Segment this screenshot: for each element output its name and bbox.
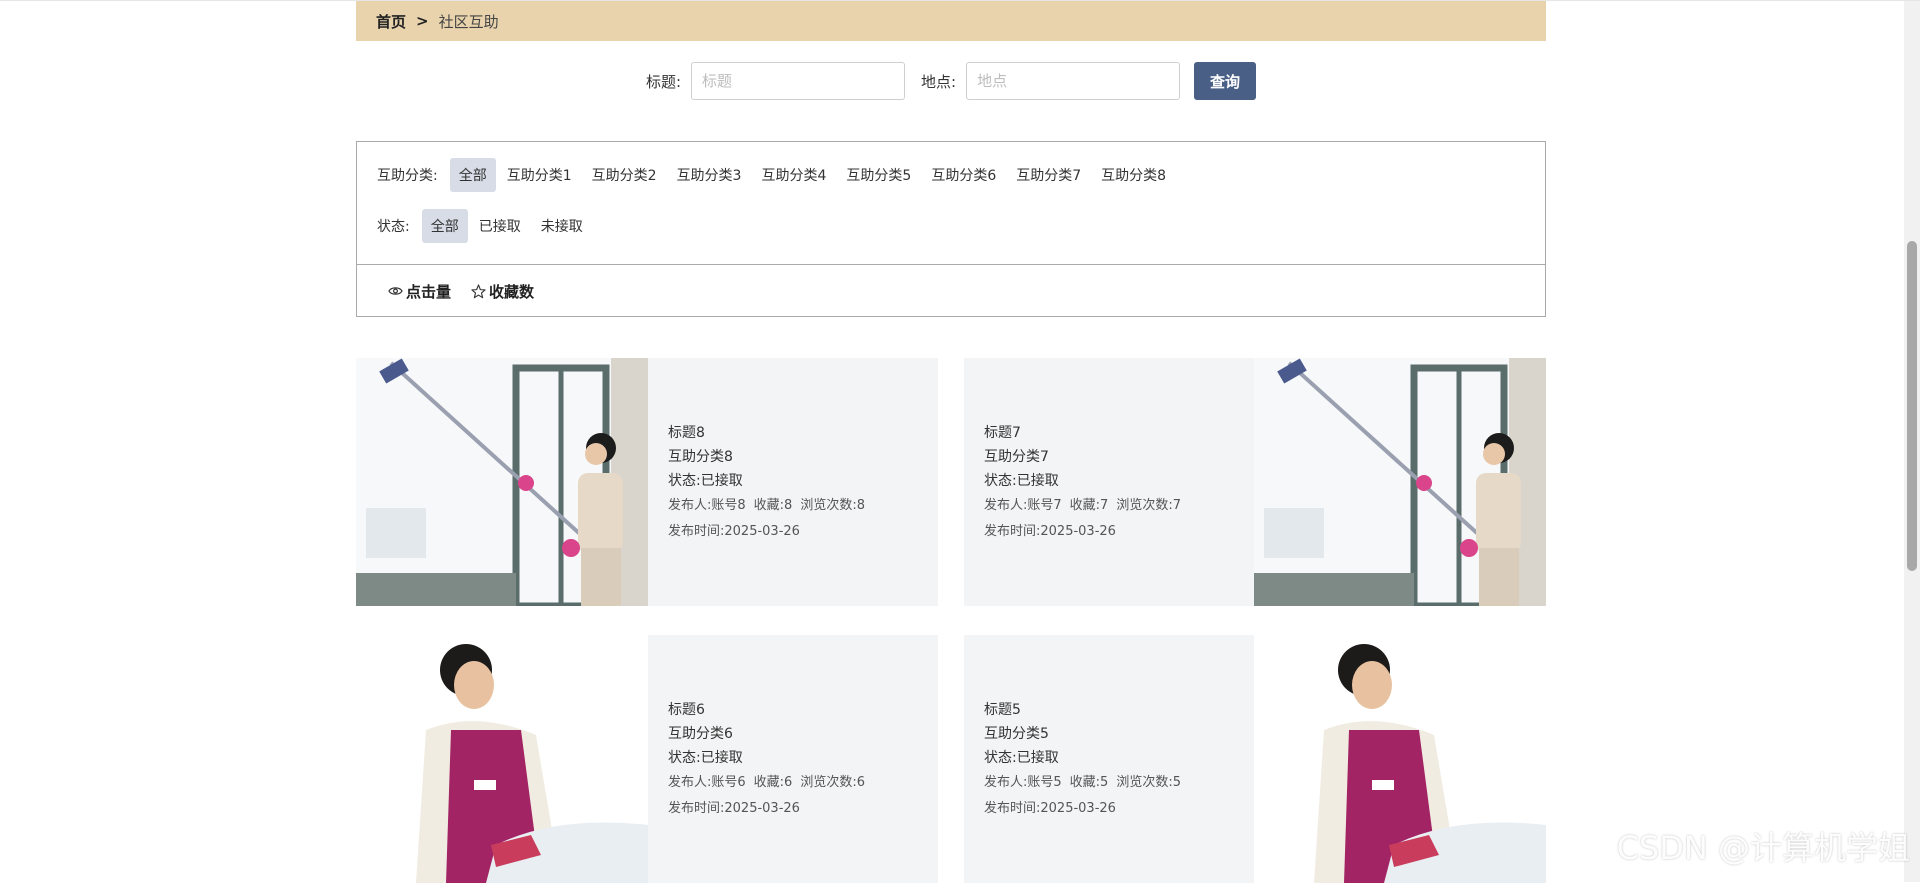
card-body: 标题8 互助分类8 状态:已接取 发布人:账号8 收藏:8 浏览次数:8 发布时间:… — [648, 358, 938, 606]
card-status: 状态:已接取 — [984, 750, 1059, 766]
card-status: 状态:已接取 — [984, 473, 1059, 489]
category-chip[interactable]: 互助分类4 — [752, 158, 835, 192]
location-search-label: 地点: — [921, 72, 957, 91]
category-filter-row: 互助分类: 全部 互助分类1 互助分类2 互助分类3 互助分类4 互助分类5 互… — [377, 158, 1177, 192]
category-chip[interactable]: 互助分类7 — [1007, 158, 1090, 192]
card-favorites: 收藏:7 — [1069, 498, 1109, 513]
category-chip[interactable]: 互助分类3 — [668, 158, 751, 192]
card-favorites: 收藏:5 — [1069, 775, 1109, 790]
card-favorites: 收藏:8 — [753, 498, 793, 513]
card-title: 标题5 — [984, 702, 1021, 718]
card-publisher: 发布人:账号8 — [668, 498, 746, 513]
window-cleaning-photo — [1254, 358, 1546, 606]
search-bar: 标题: 地点: 查询 — [356, 62, 1546, 100]
window-cleaning-photo — [356, 358, 648, 606]
card-publisher: 发布人:账号5 — [984, 775, 1062, 790]
card-time: 发布时间:2025-03-26 — [984, 801, 1116, 816]
card-meta: 发布人:账号7 收藏:7 浏览次数:7 — [984, 493, 1254, 519]
watermark: CSDN @计算机学姐 — [1616, 829, 1910, 867]
category-chip[interactable]: 互助分类6 — [922, 158, 1005, 192]
card-time: 发布时间:2025-03-26 — [668, 801, 800, 816]
category-filter-label: 互助分类: — [377, 168, 438, 184]
breadcrumb-home-link[interactable]: 首页 — [376, 11, 406, 32]
card-meta: 发布人:账号8 收藏:8 浏览次数:8 — [668, 493, 938, 519]
category-chip[interactable]: 互助分类5 — [837, 158, 920, 192]
card-meta: 发布人:账号6 收藏:6 浏览次数:6 — [668, 770, 938, 796]
breadcrumb-separator: > — [416, 12, 429, 30]
card-title: 标题6 — [668, 702, 705, 718]
sort-favorites-label: 收藏数 — [489, 282, 535, 301]
main-container: 首页 > 社区互助 标题: 地点: 查询 互助分类: 全部 互助分类1 互助分类… — [356, 1, 1546, 883]
star-icon — [471, 283, 486, 298]
scrollbar-thumb[interactable] — [1907, 241, 1917, 571]
card-body: 标题5 互助分类5 状态:已接取 发布人:账号5 收藏:5 浏览次数:5 发布时间:… — [964, 635, 1254, 883]
card-views: 浏览次数:5 — [1116, 775, 1181, 790]
status-filter-label: 状态: — [377, 219, 410, 235]
filter-panel: 互助分类: 全部 互助分类1 互助分类2 互助分类3 互助分类4 互助分类5 互… — [356, 141, 1546, 317]
card-body: 标题7 互助分类7 状态:已接取 发布人:账号7 收藏:7 浏览次数:7 发布时间:… — [964, 358, 1254, 606]
card-favorites: 收藏:6 — [753, 775, 793, 790]
location-search-input[interactable] — [966, 62, 1181, 100]
card-title: 标题7 — [984, 425, 1021, 441]
card-time: 发布时间:2025-03-26 — [668, 524, 800, 539]
breadcrumb-current: 社区互助 — [438, 12, 499, 31]
title-search-input[interactable] — [691, 62, 905, 100]
card-title: 标题8 — [668, 425, 705, 441]
card-category: 互助分类7 — [984, 449, 1049, 465]
help-card[interactable]: 标题7 互助分类7 状态:已接取 发布人:账号7 收藏:7 浏览次数:7 发布时间:… — [964, 358, 1546, 606]
card-meta: 发布人:账号5 收藏:5 浏览次数:5 — [984, 770, 1254, 796]
card-views: 浏览次数:8 — [800, 498, 865, 513]
card-publisher: 发布人:账号7 — [984, 498, 1062, 513]
card-time: 发布时间:2025-03-26 — [984, 524, 1116, 539]
card-category: 互助分类8 — [668, 449, 733, 465]
card-category: 互助分类5 — [984, 726, 1049, 742]
card-body: 标题6 互助分类6 状态:已接取 发布人:账号6 收藏:6 浏览次数:6 发布时间:… — [648, 635, 938, 883]
card-publisher: 发布人:账号6 — [668, 775, 746, 790]
category-chip[interactable]: 互助分类2 — [583, 158, 666, 192]
sort-by-clicks[interactable]: 点击量 — [388, 281, 451, 302]
help-card[interactable]: 标题8 互助分类8 状态:已接取 发布人:账号8 收藏:8 浏览次数:8 发布时间:… — [356, 358, 938, 606]
card-status: 状态:已接取 — [668, 750, 743, 766]
breadcrumb: 首页 > 社区互助 — [356, 1, 1546, 41]
status-chip-unaccepted[interactable]: 未接取 — [532, 209, 592, 243]
category-chip-all[interactable]: 全部 — [449, 158, 496, 192]
status-chip-all[interactable]: 全部 — [421, 209, 468, 243]
card-views: 浏览次数:6 — [800, 775, 865, 790]
category-chip[interactable]: 互助分类1 — [498, 158, 581, 192]
help-card[interactable]: 标题6 互助分类6 状态:已接取 发布人:账号6 收藏:6 浏览次数:6 发布时间:… — [356, 635, 938, 883]
help-card[interactable]: 标题5 互助分类5 状态:已接取 发布人:账号5 收藏:5 浏览次数:5 发布时间:… — [964, 635, 1546, 883]
eye-icon — [388, 287, 403, 295]
scrollbar-track[interactable] — [1904, 1, 1920, 882]
sort-by-favorites[interactable]: 收藏数 — [471, 281, 534, 302]
sort-clicks-label: 点击量 — [406, 282, 452, 301]
ironing-photo — [1254, 635, 1546, 883]
status-chip-accepted[interactable]: 已接取 — [470, 209, 530, 243]
title-search-label: 标题: — [645, 72, 681, 91]
card-views: 浏览次数:7 — [1116, 498, 1181, 513]
ironing-photo — [356, 635, 648, 883]
card-status: 状态:已接取 — [668, 473, 743, 489]
search-button[interactable]: 查询 — [1194, 62, 1257, 100]
status-filter-row: 状态: 全部 已接取 未接取 — [377, 209, 594, 243]
sort-bar: 点击量 收藏数 — [356, 264, 1546, 317]
category-chip[interactable]: 互助分类8 — [1092, 158, 1175, 192]
card-category: 互助分类6 — [668, 726, 733, 742]
